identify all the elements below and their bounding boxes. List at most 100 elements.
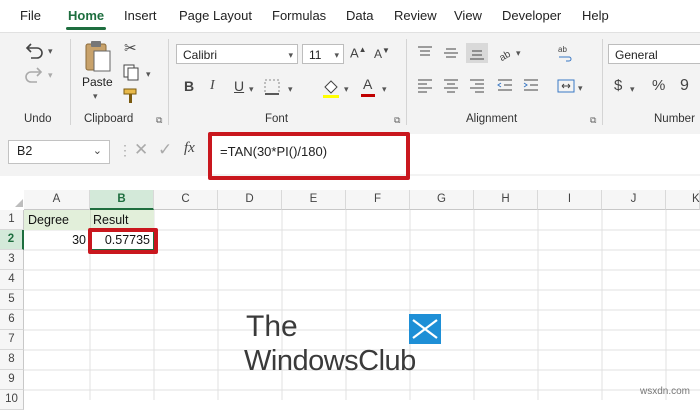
row-header-6[interactable]: 6	[0, 310, 24, 330]
undo-icon[interactable]	[22, 41, 46, 61]
tab-page-layout[interactable]: Page Layout	[179, 8, 252, 23]
comma-style-icon[interactable]: 9	[680, 78, 689, 94]
align-right-icon[interactable]	[468, 77, 486, 93]
tab-developer[interactable]: Developer	[502, 8, 561, 23]
font-color-dropdown-icon[interactable]: ▾	[382, 84, 387, 95]
decrease-font-size-icon[interactable]: A▼	[374, 47, 390, 61]
currency-dropdown-icon[interactable]: ▾	[630, 84, 635, 95]
row-header-2[interactable]: 2	[0, 230, 24, 250]
tab-file[interactable]: File	[20, 8, 41, 23]
merge-dropdown-icon[interactable]: ▾	[578, 83, 583, 94]
row-header-1[interactable]: 1	[0, 210, 24, 230]
number-format-select[interactable]: General	[608, 44, 700, 64]
column-header-d[interactable]: D	[218, 190, 282, 210]
confirm-entry-icon[interactable]: ✓	[158, 140, 172, 160]
row-header-7[interactable]: 7	[0, 330, 24, 350]
tab-home[interactable]: Home	[68, 8, 104, 23]
result-highlight-box	[88, 228, 158, 254]
fill-color-icon[interactable]	[320, 77, 342, 99]
font-color-swatch	[361, 94, 375, 97]
font-launcher-icon[interactable]: ⧉	[394, 115, 400, 126]
column-header-e[interactable]: E	[282, 190, 346, 210]
column-header-b[interactable]: B	[90, 190, 154, 210]
column-header-k[interactable]: K	[666, 190, 700, 210]
italic-icon[interactable]: I	[210, 79, 215, 93]
chevron-down-icon: ▾	[288, 50, 293, 60]
format-painter-icon[interactable]	[122, 87, 142, 105]
tab-view[interactable]: View	[454, 8, 482, 23]
row-header-4[interactable]: 4	[0, 270, 24, 290]
column-header-a[interactable]: A	[24, 190, 90, 210]
tab-data[interactable]: Data	[346, 8, 373, 23]
decrease-indent-icon[interactable]	[496, 77, 514, 93]
svg-text:ab: ab	[498, 49, 514, 63]
separator	[406, 39, 407, 125]
font-size-value: 11	[309, 48, 322, 62]
copy-icon[interactable]	[122, 63, 142, 81]
paste-icon[interactable]	[82, 39, 112, 73]
merge-center-icon[interactable]	[556, 77, 576, 95]
tab-formulas[interactable]: Formulas	[272, 8, 326, 23]
row-header-10[interactable]: 10	[0, 390, 24, 410]
wrap-text-icon[interactable]: ab	[556, 43, 576, 63]
font-size-select[interactable]: 11 ▾	[302, 44, 344, 64]
borders-dropdown-icon[interactable]: ▾	[288, 84, 293, 95]
font-name-select[interactable]: Calibri ▾	[176, 44, 298, 64]
underline-dropdown-icon[interactable]: ▾	[249, 84, 254, 95]
increase-indent-icon[interactable]	[522, 77, 540, 93]
top-align-icon[interactable]	[416, 45, 434, 61]
column-header-h[interactable]: H	[474, 190, 538, 210]
name-box[interactable]: B2 ⌄	[8, 140, 110, 164]
insert-function-button[interactable]: fx	[184, 140, 195, 157]
align-center-icon[interactable]	[442, 77, 460, 93]
align-left-icon[interactable]	[416, 77, 434, 93]
select-all-icon[interactable]	[14, 198, 24, 208]
tab-review[interactable]: Review	[394, 8, 437, 23]
middle-align-icon[interactable]	[442, 45, 460, 61]
column-header-c[interactable]: C	[154, 190, 218, 210]
tab-help[interactable]: Help	[582, 8, 609, 23]
paste-label[interactable]: Paste	[82, 75, 113, 89]
orientation-dropdown-icon[interactable]: ▾	[516, 48, 521, 59]
chevron-down-icon: ▾	[334, 50, 339, 60]
orientation-icon[interactable]: ab	[496, 43, 516, 63]
ribbon: ▾ ▾ Undo Paste ▾ ✂ ▾ Clipboard ⧉ Calibri…	[0, 32, 700, 130]
tab-insert[interactable]: Insert	[124, 8, 157, 23]
bold-icon[interactable]: B	[184, 79, 194, 93]
currency-icon[interactable]: $	[614, 78, 622, 93]
paste-dropdown-icon[interactable]: ▾	[93, 91, 98, 102]
cell-a2[interactable]: 30	[24, 230, 86, 250]
increase-font-size-icon[interactable]: A▲	[350, 46, 367, 60]
watermark-logo: The WindowsClub	[244, 312, 446, 382]
copy-dropdown-icon[interactable]: ▾	[146, 69, 151, 80]
row-header-3[interactable]: 3	[0, 250, 24, 270]
percent-icon[interactable]: %	[652, 78, 665, 93]
row-header-5[interactable]: 5	[0, 290, 24, 310]
column-header-f[interactable]: F	[346, 190, 410, 210]
cancel-entry-icon[interactable]: ✕	[134, 140, 148, 160]
font-color-icon[interactable]: A	[363, 77, 372, 91]
formula-highlight-box	[208, 132, 410, 180]
fill-color-dropdown-icon[interactable]: ▾	[344, 84, 349, 95]
redo-icon	[25, 67, 43, 83]
cut-icon[interactable]: ✂	[124, 41, 137, 56]
separator	[168, 39, 169, 125]
column-header-g[interactable]: G	[410, 190, 474, 210]
row-header-8[interactable]: 8	[0, 350, 24, 370]
column-header-j[interactable]: J	[602, 190, 666, 210]
undo-dropdown-icon[interactable]: ▾	[48, 46, 53, 57]
underline-icon[interactable]: U	[234, 79, 244, 93]
group-label-number: Number	[654, 113, 695, 125]
bottom-align-icon[interactable]	[466, 43, 488, 63]
group-label-undo: Undo	[24, 113, 52, 125]
cell-b1[interactable]: Result	[93, 210, 128, 230]
group-label-clipboard: Clipboard	[84, 113, 134, 125]
clipboard-launcher-icon[interactable]: ⧉	[156, 115, 162, 126]
row-header-9[interactable]: 9	[0, 370, 24, 390]
column-header-i[interactable]: I	[538, 190, 602, 210]
borders-icon[interactable]	[262, 77, 284, 97]
alignment-launcher-icon[interactable]: ⧉	[590, 115, 596, 126]
font-name-value: Calibri	[183, 48, 218, 62]
name-box-value: B2	[17, 144, 33, 158]
cell-a1[interactable]: Degree	[28, 210, 69, 230]
